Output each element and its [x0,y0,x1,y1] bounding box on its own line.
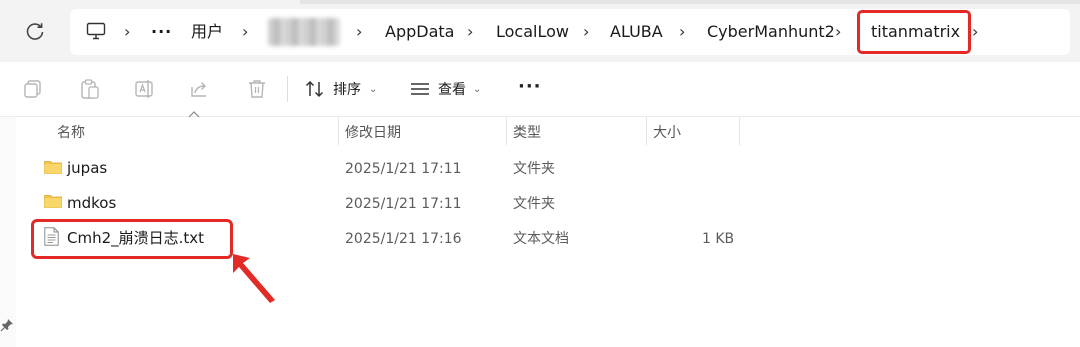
breadcrumb-separator: › [467,22,474,41]
breadcrumb-users[interactable]: 用户 [191,22,223,42]
this-pc-icon[interactable] [86,22,106,40]
redacted-username[interactable] [268,18,340,46]
breadcrumb-separator: › [242,22,249,41]
pin-icon[interactable] [0,318,14,332]
breadcrumb-separator: › [679,22,686,41]
breadcrumb-locallow[interactable]: LocalLow [496,22,569,42]
view-icon[interactable] [409,78,431,100]
file-type: 文件夹 [513,161,555,177]
column-divider[interactable] [338,117,339,145]
folder-icon [44,161,62,174]
column-header-name[interactable]: 名称 [57,124,85,142]
toolbar-divider [287,76,288,102]
sort-button[interactable]: 排序 [333,80,361,100]
file-modified: 2025/1/21 17:11 [345,161,462,177]
navigation-bar: › ··· 用户 › › AppData › LocalLow › ALUBA … [0,0,1080,62]
breadcrumb-separator: › [835,22,842,41]
file-row[interactable]: jupas 2025/1/21 17:11 文件夹 [0,151,760,185]
highlight-box-current-folder [857,10,971,54]
breadcrumb-appdata[interactable]: AppData [385,22,454,42]
refresh-icon[interactable] [24,21,46,43]
breadcrumb-cybermanhunt2[interactable]: CyberManhunt2 [707,22,835,42]
command-bar: 排序 ⌄ 查看 ⌄ ··· [0,62,1080,117]
column-header-type[interactable]: 类型 [513,124,541,142]
file-name[interactable]: jupas [67,159,107,177]
highlight-box-crash-log [31,219,233,259]
annotation-arrow-icon [233,254,275,303]
file-row[interactable]: mdkos 2025/1/21 17:11 文件夹 [0,185,760,219]
breadcrumb-separator: › [583,22,590,41]
view-button[interactable]: 查看 [438,80,466,100]
copy-icon[interactable] [22,78,44,100]
column-divider[interactable] [739,117,740,145]
file-type: 文件夹 [513,196,555,212]
breadcrumb-separator: › [972,22,979,41]
folder-icon [44,195,62,208]
view-chevron-icon[interactable]: ⌄ [473,80,481,100]
breadcrumb-separator: › [356,22,363,41]
file-type: 文本文档 [513,231,569,247]
file-modified: 2025/1/21 17:11 [345,196,462,212]
file-size: 1 KB [702,231,735,247]
breadcrumb-separator: › [124,22,131,41]
column-header-modified[interactable]: 修改日期 [345,124,401,142]
breadcrumb-overflow[interactable]: ··· [151,22,172,42]
sort-icon[interactable] [304,78,326,100]
paste-icon[interactable] [79,78,101,100]
sort-ascending-icon [188,111,200,118]
sort-chevron-icon[interactable]: ⌄ [369,80,377,100]
breadcrumb-aluba[interactable]: ALUBA [610,22,663,42]
file-modified: 2025/1/21 17:16 [345,231,462,247]
window-edge [300,0,1080,4]
file-name[interactable]: mdkos [67,194,116,212]
column-header-size[interactable]: 大小 [653,124,681,142]
more-options-button[interactable]: ··· [518,76,542,97]
column-divider[interactable] [646,117,647,145]
delete-icon[interactable] [246,78,268,100]
share-icon[interactable] [189,78,211,100]
rename-icon[interactable] [134,78,156,100]
column-divider[interactable] [506,117,507,145]
